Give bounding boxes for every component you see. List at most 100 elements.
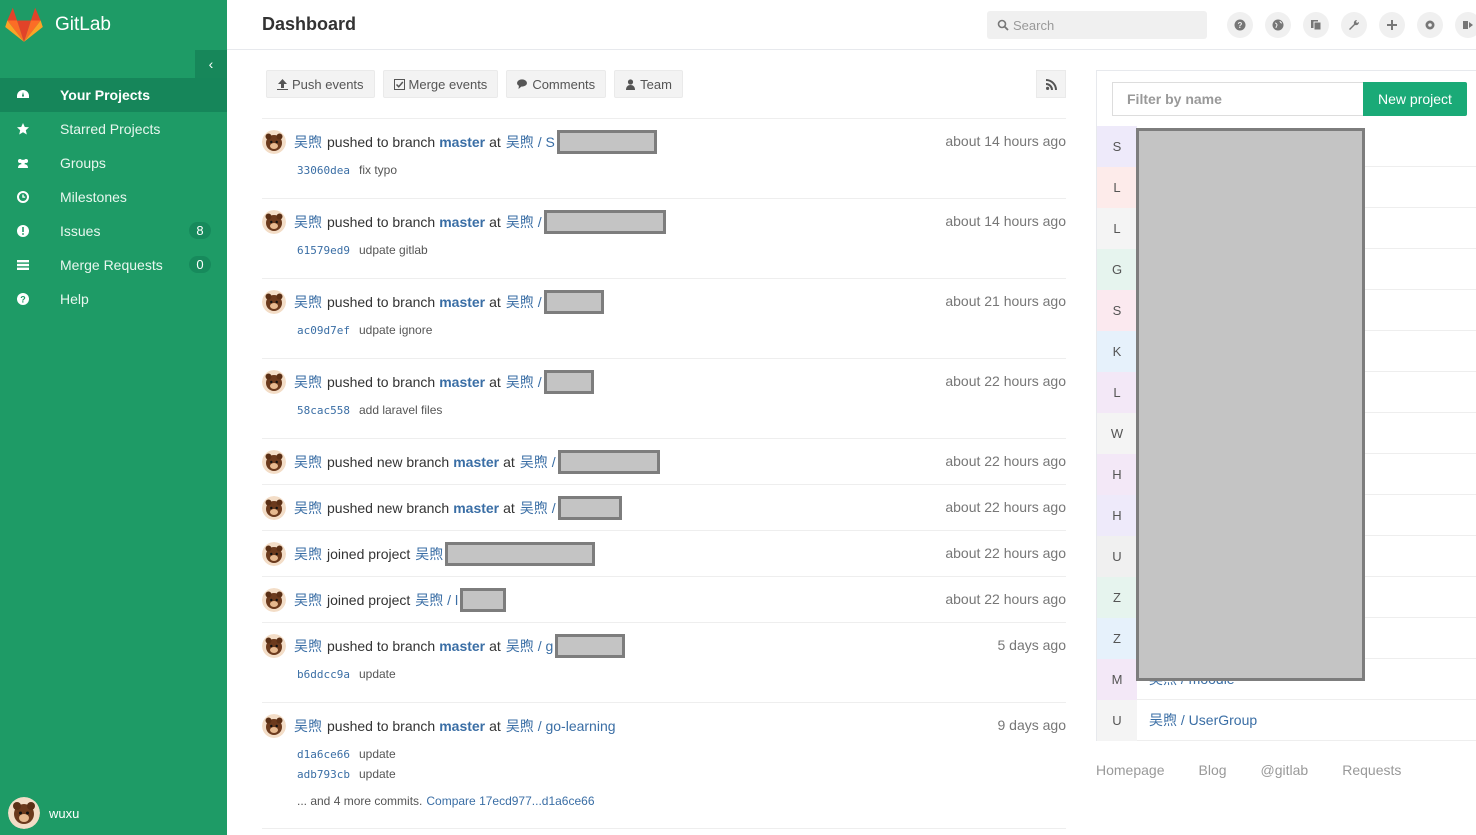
event-branch[interactable]: master bbox=[439, 638, 485, 654]
footer-links: Homepage Blog @gitlab Requests bbox=[1096, 762, 1435, 778]
event-at: at bbox=[503, 453, 515, 470]
push-events-filter[interactable]: Push events bbox=[266, 70, 375, 98]
event-author[interactable]: 吴煦 bbox=[294, 636, 322, 656]
event-branch[interactable]: master bbox=[439, 374, 485, 390]
sidebar-item-starred-projects[interactable]: Starred Projects bbox=[0, 112, 227, 146]
new-project-button[interactable]: New project bbox=[1363, 82, 1467, 116]
filter-projects-input[interactable]: Filter by name bbox=[1112, 82, 1364, 116]
sign-out-button[interactable] bbox=[1455, 12, 1476, 38]
gitlab-logo-icon bbox=[5, 7, 43, 42]
commit-sha-link[interactable]: b6ddcc9a bbox=[297, 668, 350, 681]
event-padding bbox=[262, 264, 1066, 278]
event-project[interactable]: 吴煦 / bbox=[520, 498, 556, 518]
event-branch[interactable]: master bbox=[439, 718, 485, 734]
event-at: at bbox=[489, 373, 501, 390]
footer-link-gitlab[interactable]: @gitlab bbox=[1261, 762, 1309, 778]
sidebar-item-groups[interactable]: Groups bbox=[0, 146, 227, 180]
sidebar-item-milestones[interactable]: Milestones bbox=[0, 180, 227, 214]
event-author[interactable]: 吴煦 bbox=[294, 498, 322, 518]
event-branch[interactable]: master bbox=[453, 500, 499, 516]
event-line: 吴煦 pushed to branch master at 吴煦 / S about 14… bbox=[262, 119, 1066, 164]
commit-sha-link[interactable]: adb793cb bbox=[297, 768, 350, 781]
event-filter-bar: Push events Merge events Comments Team bbox=[266, 70, 691, 98]
rss-feed-button[interactable] bbox=[1036, 70, 1066, 98]
event-at: at bbox=[489, 293, 501, 310]
event-author[interactable]: 吴煦 bbox=[294, 292, 322, 312]
event-project[interactable]: 吴煦 / g bbox=[506, 636, 553, 656]
current-user[interactable]: wuxu bbox=[8, 797, 79, 829]
event-text: 吴煦 pushed to branch master at 吴煦 / bbox=[294, 209, 666, 234]
event-branch[interactable]: master bbox=[453, 454, 499, 470]
event-line: 吴煦 pushed to branch master at 吴煦 / about 22 h… bbox=[262, 359, 1066, 404]
event-branch[interactable]: master bbox=[439, 294, 485, 310]
event-project[interactable]: 吴煦 / bbox=[506, 212, 542, 232]
event-project[interactable]: 吴煦 / l bbox=[415, 590, 458, 610]
event-project[interactable]: 吴煦 / bbox=[506, 372, 542, 392]
event-author[interactable]: 吴煦 bbox=[294, 544, 322, 564]
sidebar-item-issues[interactable]: Issues 8 bbox=[0, 214, 227, 248]
event-time: about 22 hours ago bbox=[945, 453, 1066, 469]
merge-events-filter[interactable]: Merge events bbox=[382, 70, 499, 98]
event-project[interactable]: 吴煦 / bbox=[506, 292, 542, 312]
footer-link-homepage[interactable]: Homepage bbox=[1096, 762, 1165, 778]
comments-filter[interactable]: Comments bbox=[506, 70, 607, 98]
search-icon bbox=[997, 19, 1009, 31]
event-at: at bbox=[503, 499, 515, 516]
event-branch[interactable]: master bbox=[439, 214, 485, 230]
search-input[interactable]: Search bbox=[987, 11, 1207, 39]
sidebar-item-help[interactable]: ? Help bbox=[0, 282, 227, 316]
admin-area-button[interactable] bbox=[1341, 12, 1367, 38]
project-letter-avatar: H bbox=[1097, 494, 1137, 536]
snippets-button[interactable] bbox=[1303, 12, 1329, 38]
commit-sha-link[interactable]: 58cac558 bbox=[297, 404, 350, 417]
event-item: 吴煦 pushed to branch master at 吴煦 / about 21 h… bbox=[262, 279, 1066, 359]
footer-link-requests[interactable]: Requests bbox=[1342, 762, 1401, 778]
event-author[interactable]: 吴煦 bbox=[294, 452, 322, 472]
user-avatar bbox=[262, 129, 286, 154]
event-project[interactable]: 吴煦 / S bbox=[506, 132, 555, 152]
event-project[interactable]: 吴煦 bbox=[415, 544, 443, 564]
compare-link[interactable]: Compare 17ecd977...d1a6ce66 bbox=[426, 794, 594, 808]
event-author[interactable]: 吴煦 bbox=[294, 212, 322, 232]
sidebar-item-your-projects[interactable]: Your Projects bbox=[0, 78, 227, 112]
exclamation-icon bbox=[0, 224, 46, 238]
event-action: pushed new branch bbox=[327, 499, 450, 516]
event-author[interactable]: 吴煦 bbox=[294, 590, 322, 610]
commit-sha-link[interactable]: 33060dea bbox=[297, 164, 350, 177]
filter-placeholder: Filter by name bbox=[1127, 91, 1222, 107]
project-letter-avatar: L bbox=[1097, 371, 1137, 413]
project-row[interactable]: U 吴煦 / UserGroup bbox=[1097, 699, 1476, 741]
sidebar-item-merge-requests[interactable]: Merge Requests 0 bbox=[0, 248, 227, 282]
svg-text:?: ? bbox=[20, 295, 26, 305]
event-line: 吴煦 pushed to branch master at 吴煦 / about 21 h… bbox=[262, 279, 1066, 324]
commit-sha-link[interactable]: ac09d7ef bbox=[297, 324, 350, 337]
new-project-header-button[interactable] bbox=[1379, 12, 1405, 38]
page-title: Dashboard bbox=[262, 14, 357, 34]
profile-settings-button[interactable] bbox=[1417, 12, 1443, 38]
team-filter[interactable]: Team bbox=[614, 70, 683, 98]
help-button[interactable]: ? bbox=[1227, 12, 1253, 38]
sidebar: GitLab ‹ Your Projects Starred Projects … bbox=[0, 0, 227, 835]
event-project[interactable]: 吴煦 / bbox=[520, 452, 556, 472]
collapse-sidebar-button[interactable]: ‹ bbox=[195, 50, 227, 78]
redacted-project-name bbox=[555, 633, 626, 658]
commit-sha-link[interactable]: d1a6ce66 bbox=[297, 748, 350, 761]
event-line: 吴煦 pushed new branch master at 吴煦 / about 22 … bbox=[262, 485, 1066, 530]
event-item: 吴煦 pushed to branch master at 吴煦 / S about 14… bbox=[262, 119, 1066, 199]
event-author[interactable]: 吴煦 bbox=[294, 716, 322, 736]
event-action: pushed to branch bbox=[327, 373, 436, 390]
event-author[interactable]: 吴煦 bbox=[294, 132, 322, 152]
event-action: pushed to branch bbox=[327, 133, 436, 150]
footer-link-blog[interactable]: Blog bbox=[1199, 762, 1227, 778]
event-branch[interactable]: master bbox=[439, 134, 485, 150]
explore-button[interactable] bbox=[1265, 12, 1291, 38]
filter-label: Comments bbox=[532, 76, 596, 92]
event-author[interactable]: 吴煦 bbox=[294, 372, 322, 392]
project-letter-avatar: Z bbox=[1097, 617, 1137, 659]
brand[interactable]: GitLab bbox=[0, 0, 227, 50]
redacted-project-name bbox=[543, 209, 666, 234]
event-project[interactable]: 吴煦 / go-learning bbox=[506, 716, 616, 736]
commit-sha-link[interactable]: 61579ed9 bbox=[297, 244, 350, 257]
event-text: 吴煦 pushed to branch master at 吴煦 / bbox=[294, 369, 594, 394]
project-name-link[interactable]: 吴煦 / UserGroup bbox=[1149, 710, 1257, 730]
